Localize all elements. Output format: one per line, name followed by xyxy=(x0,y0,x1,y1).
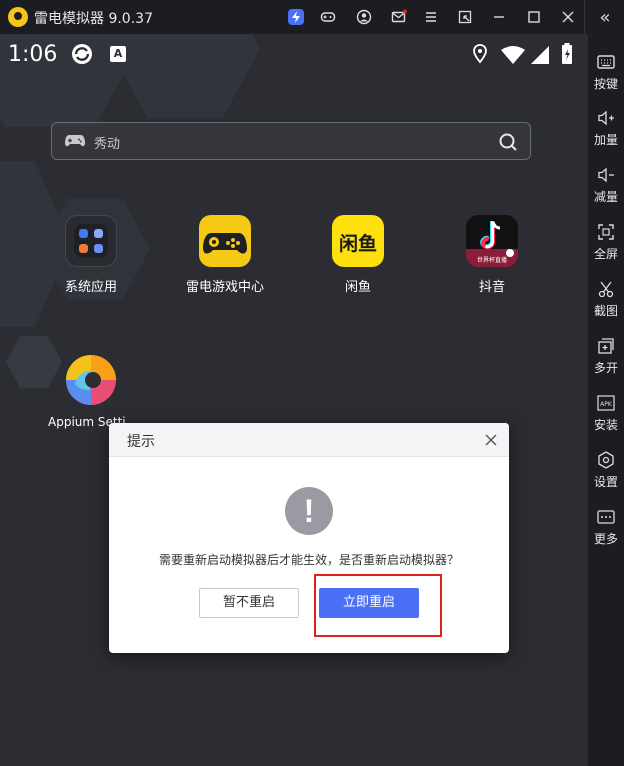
search-input[interactable]: 秀动 xyxy=(94,133,120,152)
apk-install-icon: APK xyxy=(597,395,615,411)
multi-instance-icon xyxy=(598,338,614,354)
more-icon xyxy=(597,510,615,524)
close-window-icon[interactable] xyxy=(557,6,579,28)
dialog-message: 需要重新启动模拟器后才能生效，是否重新启动模拟器？ xyxy=(158,553,459,567)
location-icon xyxy=(473,44,487,64)
fullscreen-icon xyxy=(598,224,614,240)
app-label: 闲鱼 xyxy=(344,280,371,295)
battery-charging-icon xyxy=(562,43,572,64)
sidebar-item-label: 按键 xyxy=(593,77,618,91)
search-bar[interactable]: 秀动 xyxy=(51,122,531,160)
status-bar: 1:06 A xyxy=(0,34,588,74)
xianyu-icon: 闲鱼 xyxy=(332,215,384,267)
sidebar-item-multi-instance[interactable]: 多开 xyxy=(588,326,624,380)
maximize-icon[interactable] xyxy=(523,6,545,28)
collapse-sidebar-icon[interactable]: « xyxy=(594,6,616,28)
sidebar-item-label: 加量 xyxy=(593,133,618,147)
sidebar-item-label: 全屏 xyxy=(593,247,618,261)
app-system-apps[interactable]: 系统应用 xyxy=(36,215,146,295)
menu-icon[interactable] xyxy=(420,6,442,28)
title-bar: 雷电模拟器 9.0.37 « xyxy=(0,0,624,34)
volume-down-icon xyxy=(598,167,614,183)
sidebar-item-volume-down[interactable]: 减量 xyxy=(588,155,624,209)
highlight-box xyxy=(314,574,442,637)
app-label: 系统应用 xyxy=(64,280,117,295)
wifi-icon xyxy=(501,46,525,64)
volume-up-icon xyxy=(598,110,614,126)
sidebar-item-label: 减量 xyxy=(593,190,618,204)
user-account-icon[interactable] xyxy=(353,6,375,28)
status-clock: 1:06 xyxy=(8,42,58,67)
shrink-window-icon[interactable] xyxy=(454,6,476,28)
sidebar-item-label: 设置 xyxy=(593,475,618,489)
app-xianyu[interactable]: 闲鱼 闲鱼 xyxy=(303,215,413,295)
app-label: 抖音 xyxy=(478,280,505,295)
restart-dialog: 提示 ! 需要重新启动模拟器后才能生效，是否重新启动模拟器？ 暂不重启 立即重启 xyxy=(109,423,509,653)
gamepad-icon[interactable] xyxy=(317,6,339,28)
svg-text:APK: APK xyxy=(600,401,613,408)
sidebar-item-screenshot[interactable]: 截图 xyxy=(588,269,624,323)
app-game-center[interactable]: 雷电游戏中心 xyxy=(170,215,280,295)
sidebar-item-volume-up[interactable]: 加量 xyxy=(588,98,624,152)
ldplayer-logo-icon xyxy=(8,7,28,27)
sidebar-item-label: 多开 xyxy=(593,361,618,375)
app-douyin[interactable]: 世界杯直播 抖音 xyxy=(437,215,547,295)
window-title: 雷电模拟器 9.0.37 xyxy=(34,11,153,27)
sidebar-item-label: 更多 xyxy=(593,532,618,546)
scissors-icon xyxy=(598,281,614,298)
app-label: 雷电游戏中心 xyxy=(185,280,264,295)
douyin-icon: 世界杯直播 xyxy=(466,215,518,267)
sidebar-item-install-apk[interactable]: APK 安装 xyxy=(588,383,624,437)
lightning-boost-icon[interactable] xyxy=(285,6,307,28)
game-center-icon xyxy=(199,215,251,267)
signal-icon xyxy=(531,46,549,64)
warning-icon: ! xyxy=(285,487,333,535)
titlebar-divider xyxy=(584,0,585,34)
sidebar-item-label: 安装 xyxy=(593,418,618,432)
search-icon[interactable] xyxy=(498,132,518,152)
sync-icon xyxy=(72,44,92,64)
android-screen: 1:06 A 秀动 系统应用 雷电游戏中心 闲鱼 闲鱼 世界杯直播 抖音 App… xyxy=(0,34,588,766)
gamepad-icon xyxy=(65,135,85,147)
sidebar-item-label: 截图 xyxy=(593,304,618,318)
close-icon[interactable] xyxy=(483,432,499,448)
sidebar-item-keymap[interactable]: 按键 xyxy=(588,42,624,96)
restart-later-button[interactable]: 暂不重启 xyxy=(199,588,299,618)
app-appium-settings[interactable]: Appium Setti xyxy=(36,354,146,429)
mail-icon[interactable] xyxy=(388,6,410,28)
sidebar-item-more[interactable]: 更多 xyxy=(588,497,624,551)
sidebar-item-settings[interactable]: 设置 xyxy=(588,440,624,494)
dialog-header: 提示 xyxy=(109,423,509,457)
right-toolbar: 按键 加量 减量 全屏 截图 多开 APK 安装 设置 更多 xyxy=(588,34,624,766)
system-apps-icon xyxy=(65,215,117,267)
minimize-icon[interactable] xyxy=(488,6,510,28)
appium-icon xyxy=(65,354,117,406)
keyboard-badge-icon: A xyxy=(110,46,126,62)
dialog-title: 提示 xyxy=(127,434,155,450)
sidebar-item-fullscreen[interactable]: 全屏 xyxy=(588,212,624,266)
keyboard-icon xyxy=(597,55,615,69)
settings-icon xyxy=(598,451,614,469)
